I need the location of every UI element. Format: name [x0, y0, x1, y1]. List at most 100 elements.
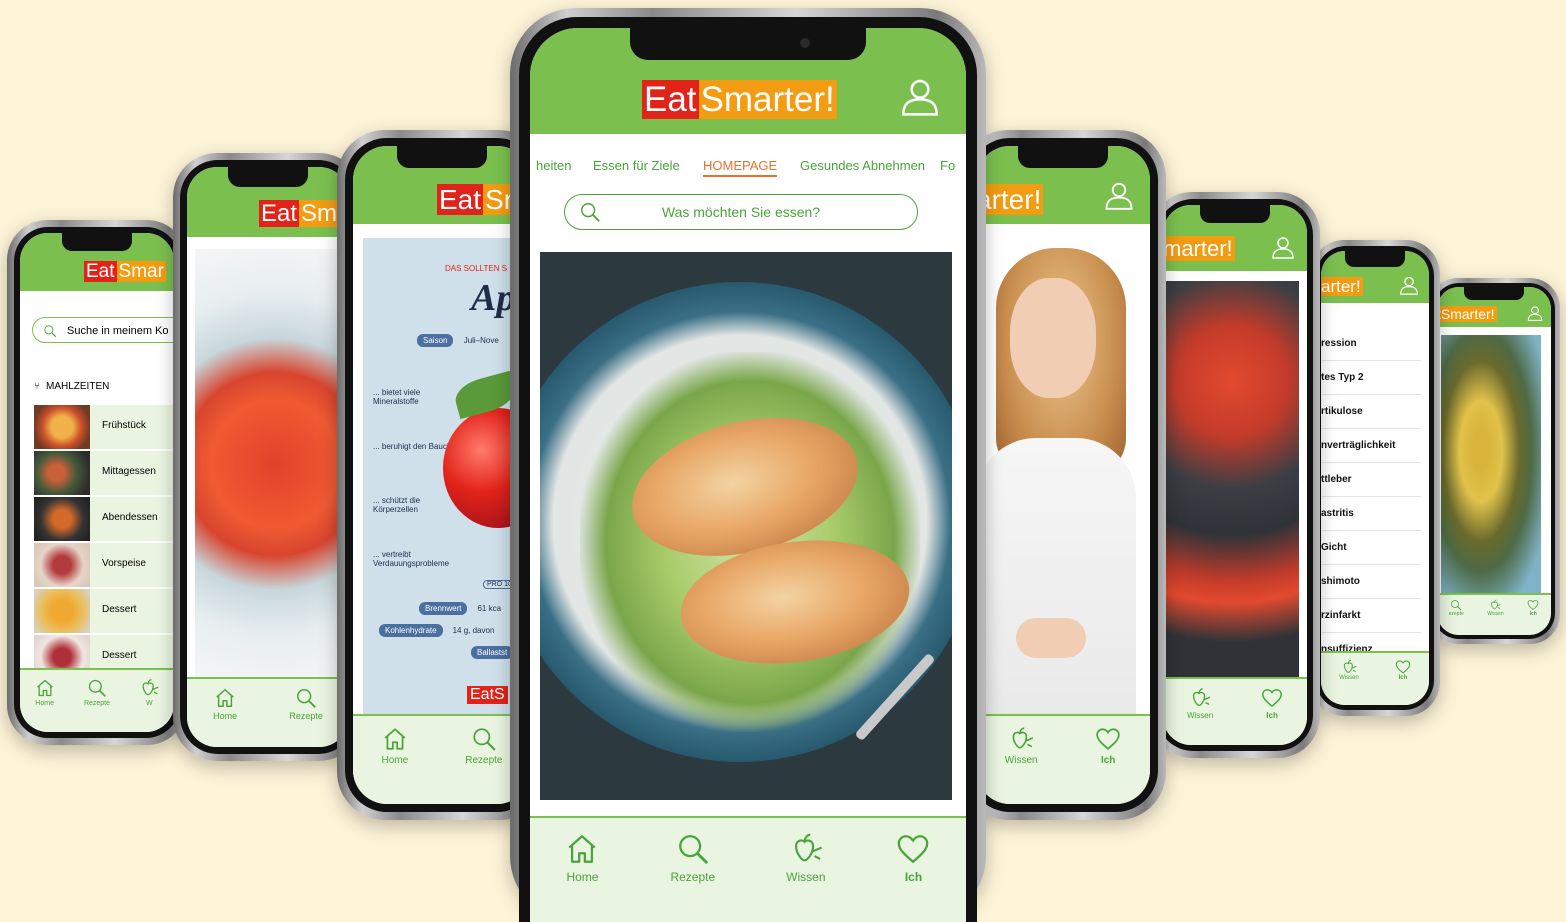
nav-wissen[interactable]: Wissen [786, 832, 826, 884]
meal-item[interactable]: Abendessen [34, 497, 174, 541]
meal-thumbnail [34, 543, 90, 587]
nav-wissen[interactable]: Wissen [1487, 599, 1504, 617]
tab-gesundes-abnehmen[interactable]: Gesundes Abnehmen [800, 158, 925, 173]
nav-rezepte[interactable]: Rezepte [670, 832, 715, 884]
person-face [1010, 278, 1096, 398]
topic-item[interactable]: ression [1321, 327, 1421, 361]
benefit-item: ... schützt die Körperzellen [373, 496, 421, 514]
heart-icon [1527, 599, 1539, 611]
meal-item[interactable]: Vorspeise [34, 543, 174, 587]
meal-item[interactable]: Frühstück [34, 405, 174, 449]
nav-rezepte[interactable]: Rezepte [84, 678, 110, 707]
topic-item[interactable]: Gicht [1321, 531, 1421, 565]
tomato-pasta-photo [1165, 281, 1299, 681]
bottom-nav: Wissen Ich [976, 714, 1150, 804]
nav-home[interactable]: Home [213, 687, 237, 721]
nav-home[interactable]: Home [35, 678, 55, 707]
tab-fo[interactable]: Fo [940, 158, 955, 173]
topic-item[interactable]: astritis [1321, 497, 1421, 531]
user-icon[interactable] [1399, 275, 1419, 295]
infographic-title: Ap [471, 277, 516, 319]
person-photo [976, 238, 1136, 728]
bottom-nav: Wissen Ich [1163, 677, 1307, 745]
home-icon [565, 832, 599, 866]
meal-thumbnail [34, 451, 90, 495]
meal-label: Frühstück [102, 420, 146, 431]
benefit-item: ... bietet viele Mineralstoffe [373, 388, 421, 406]
heart-icon [1261, 687, 1283, 709]
topic-item[interactable]: ttleber [1321, 463, 1421, 497]
nav-home[interactable]: Home [565, 832, 599, 884]
tab-heiten[interactable]: heiten [536, 158, 571, 173]
topic-item[interactable]: nverträglichkeit [1321, 429, 1421, 463]
nav-wissen[interactable]: Wissen [1339, 659, 1359, 681]
person-shirt [976, 438, 1136, 728]
search-input[interactable]: Was möchten Sie essen? [564, 194, 918, 230]
app-logo: tSmarter! [1437, 306, 1497, 322]
category-tabs: heiten Essen für Ziele HOMEPAGE Gesundes… [530, 154, 966, 180]
nav-ich[interactable]: Ich [1527, 599, 1539, 617]
season-row: Saison Juli–Nove [417, 334, 499, 347]
app-logo: marter! [1163, 236, 1235, 261]
nav-ich[interactable]: Ich [1095, 726, 1121, 766]
search-input[interactable]: Suche in meinem Ko [32, 317, 174, 343]
meal-thumbnail [34, 405, 90, 449]
nav-ich[interactable]: Ich [1395, 659, 1411, 681]
vegetables-icon [1189, 687, 1211, 709]
bottom-nav: Home Rezepte [353, 714, 531, 804]
nav-rezepte[interactable]: Rezepte [465, 726, 502, 766]
meal-item[interactable]: Mittagessen [34, 451, 174, 495]
infographic-logo: EatS [467, 686, 508, 704]
nutrient-rows: Brennwert 61 kca Kohlenhydrate 14 g, davon… [379, 602, 514, 670]
nav-wissen[interactable]: Wissen [1005, 726, 1038, 766]
topic-item[interactable]: rzinfarkt [1321, 599, 1421, 633]
bottom-nav: Wissen Ich [1321, 651, 1429, 705]
meal-label: Mittagessen [102, 466, 156, 477]
cutlery-icon: ⑂ [34, 381, 40, 392]
app-logo: Eat Smar [84, 261, 166, 282]
benefit-item: ... beruhigt den Bauch [373, 442, 452, 451]
search-placeholder: Was möchten Sie essen? [661, 204, 821, 220]
user-icon[interactable] [1104, 180, 1134, 210]
search-icon [676, 832, 710, 866]
camera-dot [800, 38, 810, 48]
user-icon[interactable] [1527, 305, 1543, 321]
vegetables-icon [139, 678, 159, 698]
tab-essen-fuer-ziele[interactable]: Essen für Ziele [593, 158, 680, 173]
nav-ich[interactable]: Ich [896, 832, 930, 884]
topic-item[interactable]: tes Typ 2 [1321, 361, 1421, 395]
user-icon[interactable] [900, 76, 940, 116]
user-icon[interactable] [1271, 235, 1295, 259]
app-logo[interactable]: Eat Smarter! [642, 80, 837, 119]
nav-wissen[interactable]: W [139, 678, 159, 707]
search-icon [295, 687, 317, 709]
bottom-nav: ezepte Wissen Ich [1437, 593, 1551, 635]
nav-rezepte[interactable]: ezepte [1449, 599, 1464, 617]
meal-list: Frühstück Mittagessen Abendessen Vorspei… [34, 405, 174, 679]
benefit-item: ... vertreibt Verdauungsprobleme [373, 550, 450, 568]
nav-ich[interactable]: Ich [1261, 687, 1283, 720]
phone-left-1: Eat Smar Suche in meinem Ko ⑂ MAHLZEITEN F… [7, 220, 187, 745]
meal-thumbnail [34, 497, 90, 541]
home-icon [214, 687, 236, 709]
vegetables-icon [1489, 599, 1501, 611]
benefit-list: ... bietet viele Mineralstoffe ... beruh… [373, 388, 453, 604]
skewer-photo [1441, 335, 1541, 593]
topic-item[interactable]: rtikulose [1321, 395, 1421, 429]
heart-icon [896, 832, 930, 866]
phone-right-3: arter! ression tes Typ 2 rtikulose nvert… [1310, 240, 1440, 716]
apple-infographic: DAS SOLLTEN S Ap Saison Juli–Nove ... bi… [363, 238, 531, 726]
meal-label: Vorspeise [102, 558, 146, 569]
topic-item[interactable]: shimoto [1321, 565, 1421, 599]
tab-homepage[interactable]: HOMEPAGE [703, 158, 778, 177]
nav-wissen[interactable]: Wissen [1187, 687, 1213, 720]
meal-thumbnail [34, 589, 90, 633]
topic-list: ression tes Typ 2 rtikulose nverträglich… [1321, 327, 1421, 667]
nav-home[interactable]: Home [382, 726, 408, 766]
vegetables-icon [789, 832, 823, 866]
vegetables-icon [1008, 726, 1034, 752]
featured-recipe-photo[interactable] [540, 252, 952, 800]
meal-item[interactable]: Dessert [34, 589, 174, 633]
nav-rezepte[interactable]: Rezepte [289, 687, 323, 721]
person-hands [1016, 618, 1086, 658]
